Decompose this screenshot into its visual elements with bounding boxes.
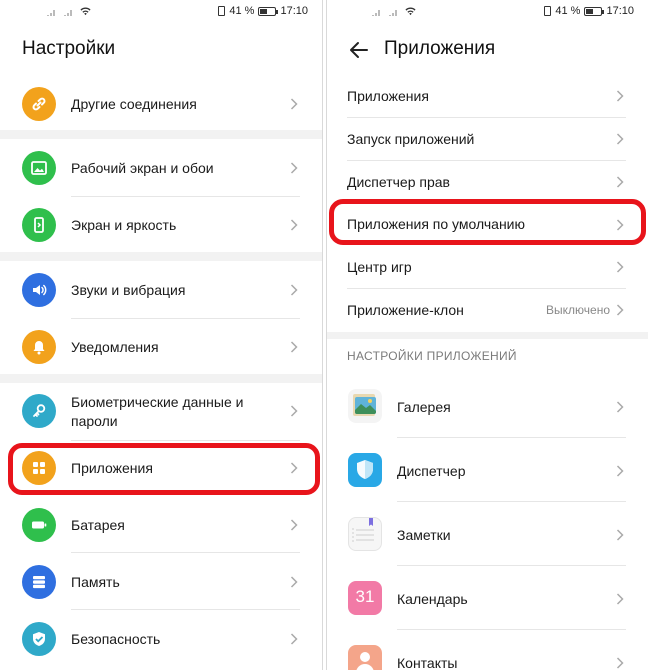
chevron-right-icon — [616, 133, 624, 145]
chevron-right-icon — [616, 90, 624, 102]
image-icon — [22, 151, 56, 185]
section-divider — [0, 252, 322, 261]
row-separator — [397, 565, 626, 566]
settings-item-label: Память — [71, 574, 120, 590]
section-divider — [327, 332, 648, 339]
app-item-label: Контакты — [397, 655, 458, 670]
settings-item-label: Безопасность — [71, 631, 161, 647]
settings-item-label: Экран и яркость — [71, 217, 177, 233]
signal-icon — [389, 10, 397, 16]
row-separator — [71, 552, 300, 553]
signal-icon — [47, 10, 55, 16]
clock: 17:10 — [280, 5, 308, 17]
chevron-right-icon — [290, 98, 298, 110]
row-separator — [71, 440, 300, 441]
chevron-right-icon — [290, 576, 298, 588]
speaker-icon — [22, 273, 56, 307]
back-arrow-icon[interactable] — [347, 38, 371, 62]
chevron-right-icon — [616, 304, 624, 316]
settings-item-label: Рабочий экран и обои — [71, 160, 214, 176]
storage-icon — [22, 565, 56, 599]
chevron-right-icon — [616, 465, 624, 477]
battery-icon — [584, 6, 605, 16]
chevron-right-icon — [616, 176, 624, 188]
row-separator — [71, 318, 300, 319]
row-separator — [347, 117, 626, 118]
chevron-right-icon — [290, 219, 298, 231]
row-separator — [397, 437, 626, 438]
row-separator — [71, 609, 300, 610]
status-indicators-left — [371, 6, 416, 16]
app-item-label: Галерея — [397, 399, 451, 415]
wifi-icon — [80, 7, 91, 16]
battery-percent: 41 % — [555, 5, 581, 17]
notes-app-icon — [348, 517, 382, 551]
row-separator — [71, 196, 300, 197]
chevron-right-icon — [616, 529, 624, 541]
menu-item-label: Приложения — [347, 88, 429, 104]
status-bar: 41 % 17:10 — [0, 0, 322, 26]
section-divider — [0, 374, 322, 383]
app-item-label: Диспетчер — [397, 463, 466, 479]
chevron-right-icon — [290, 341, 298, 353]
app-item-label: Заметки — [397, 527, 451, 543]
gallery-app-icon — [348, 389, 382, 423]
app-twin-status: Выключено — [546, 303, 610, 317]
chevron-right-icon — [290, 162, 298, 174]
section-divider — [0, 130, 322, 139]
menu-item-label: Запуск приложений — [347, 131, 475, 147]
phone-manager-app-icon — [348, 453, 382, 487]
settings-item-label: Другие соединения — [71, 96, 197, 112]
app-item-label: Календарь — [397, 591, 468, 607]
signal-icon — [372, 10, 380, 16]
key-icon — [22, 394, 56, 428]
row-separator — [347, 288, 626, 289]
menu-item-label: Приложение-клон — [347, 302, 464, 318]
highlight-frame — [8, 443, 320, 495]
settings-item-label: Биометрические данные и пароли — [71, 394, 244, 429]
chevron-right-icon — [290, 284, 298, 296]
highlight-frame — [329, 199, 646, 245]
status-bar: 41 % 17:10 — [327, 0, 648, 26]
settings-screen: 41 % 17:10 Настройки Другие соединения Р… — [0, 0, 322, 670]
link-icon — [22, 87, 56, 121]
calendar-app-icon: 31 — [348, 581, 382, 615]
status-indicators-right: 41 % 17:10 — [218, 5, 308, 17]
chevron-right-icon — [616, 401, 624, 413]
phone-screen-icon — [22, 208, 56, 242]
menu-item-label: Центр игр — [347, 259, 412, 275]
row-separator — [397, 629, 626, 630]
calendar-icon-text: 31 — [355, 587, 375, 606]
status-indicators-right: 41 % 17:10 — [544, 5, 634, 17]
chevron-right-icon — [290, 633, 298, 645]
clock: 17:10 — [606, 5, 634, 17]
chevron-right-icon — [616, 657, 624, 669]
chevron-right-icon — [290, 405, 298, 417]
row-separator — [397, 501, 626, 502]
page-title: Настройки — [22, 38, 116, 59]
signal-icon — [64, 10, 72, 16]
apps-screen: 41 % 17:10 Приложения Приложения Запуск … — [327, 0, 648, 670]
contacts-app-icon — [348, 645, 382, 670]
battery-percent: 41 % — [229, 5, 255, 17]
status-indicators-left — [46, 6, 91, 16]
menu-item-label: Диспетчер прав — [347, 174, 450, 190]
vibrate-icon — [218, 6, 226, 16]
wifi-icon — [405, 7, 416, 16]
shield-check-icon — [22, 622, 56, 656]
chevron-right-icon — [616, 593, 624, 605]
vibrate-icon — [544, 6, 552, 16]
row-separator — [347, 160, 626, 161]
settings-item-label: Звуки и вибрация — [71, 282, 186, 298]
battery-icon — [22, 508, 56, 542]
chevron-right-icon — [290, 519, 298, 531]
battery-icon — [258, 6, 279, 16]
settings-item-label: Батарея — [71, 517, 125, 533]
section-header: НАСТРОЙКИ ПРИЛОЖЕНИЙ — [347, 349, 517, 363]
bell-icon — [22, 330, 56, 364]
chevron-right-icon — [616, 261, 624, 273]
page-title: Приложения — [384, 38, 496, 59]
settings-item-label: Уведомления — [71, 339, 159, 355]
